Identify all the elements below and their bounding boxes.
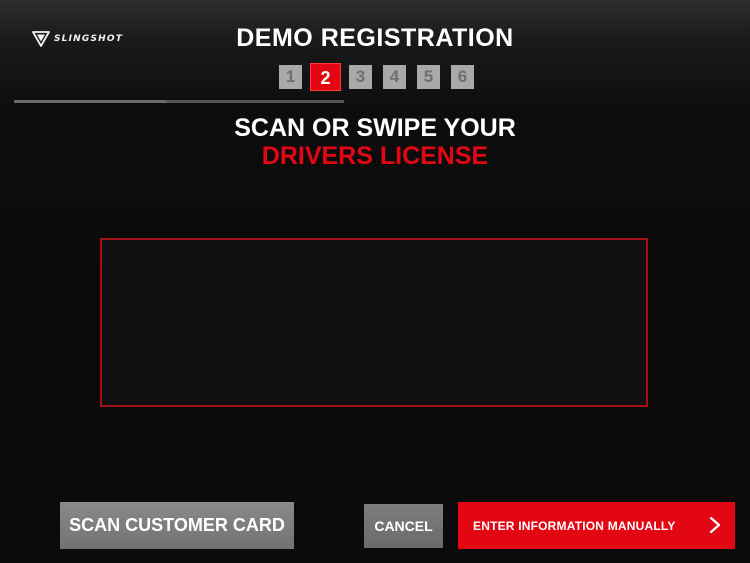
chevron-right-icon — [709, 516, 721, 534]
enter-information-manually-label: ENTER INFORMATION MANUALLY — [473, 518, 676, 533]
license-scan-area[interactable] — [100, 238, 648, 407]
registration-screen: SLINGSHOT DEMO REGISTRATION 123456 SCAN … — [0, 0, 750, 563]
cancel-label: CANCEL — [374, 518, 433, 534]
step-2: 2 — [310, 63, 341, 91]
step-3: 3 — [349, 65, 372, 89]
step-6: 6 — [451, 65, 474, 89]
step-indicator: 123456 — [279, 63, 474, 91]
step-4: 4 — [383, 65, 406, 89]
page-title: DEMO REGISTRATION — [236, 24, 514, 52]
enter-information-manually-button[interactable]: ENTER INFORMATION MANUALLY — [458, 502, 735, 549]
scan-customer-card-button[interactable]: SCAN CUSTOMER CARD — [60, 502, 294, 549]
scan-customer-card-label: SCAN CUSTOMER CARD — [69, 515, 285, 535]
instruction-text: SCAN OR SWIPE YOUR DRIVERS LICENSE — [0, 114, 750, 170]
step-5: 5 — [417, 65, 440, 89]
cancel-button[interactable]: CANCEL — [364, 504, 443, 548]
instruction-line-2: DRIVERS LICENSE — [261, 142, 489, 170]
step-1: 1 — [279, 65, 302, 89]
progress-bar-fill — [14, 100, 166, 103]
progress-bar — [14, 100, 344, 103]
instruction-line-1: SCAN OR SWIPE YOUR — [234, 114, 516, 142]
